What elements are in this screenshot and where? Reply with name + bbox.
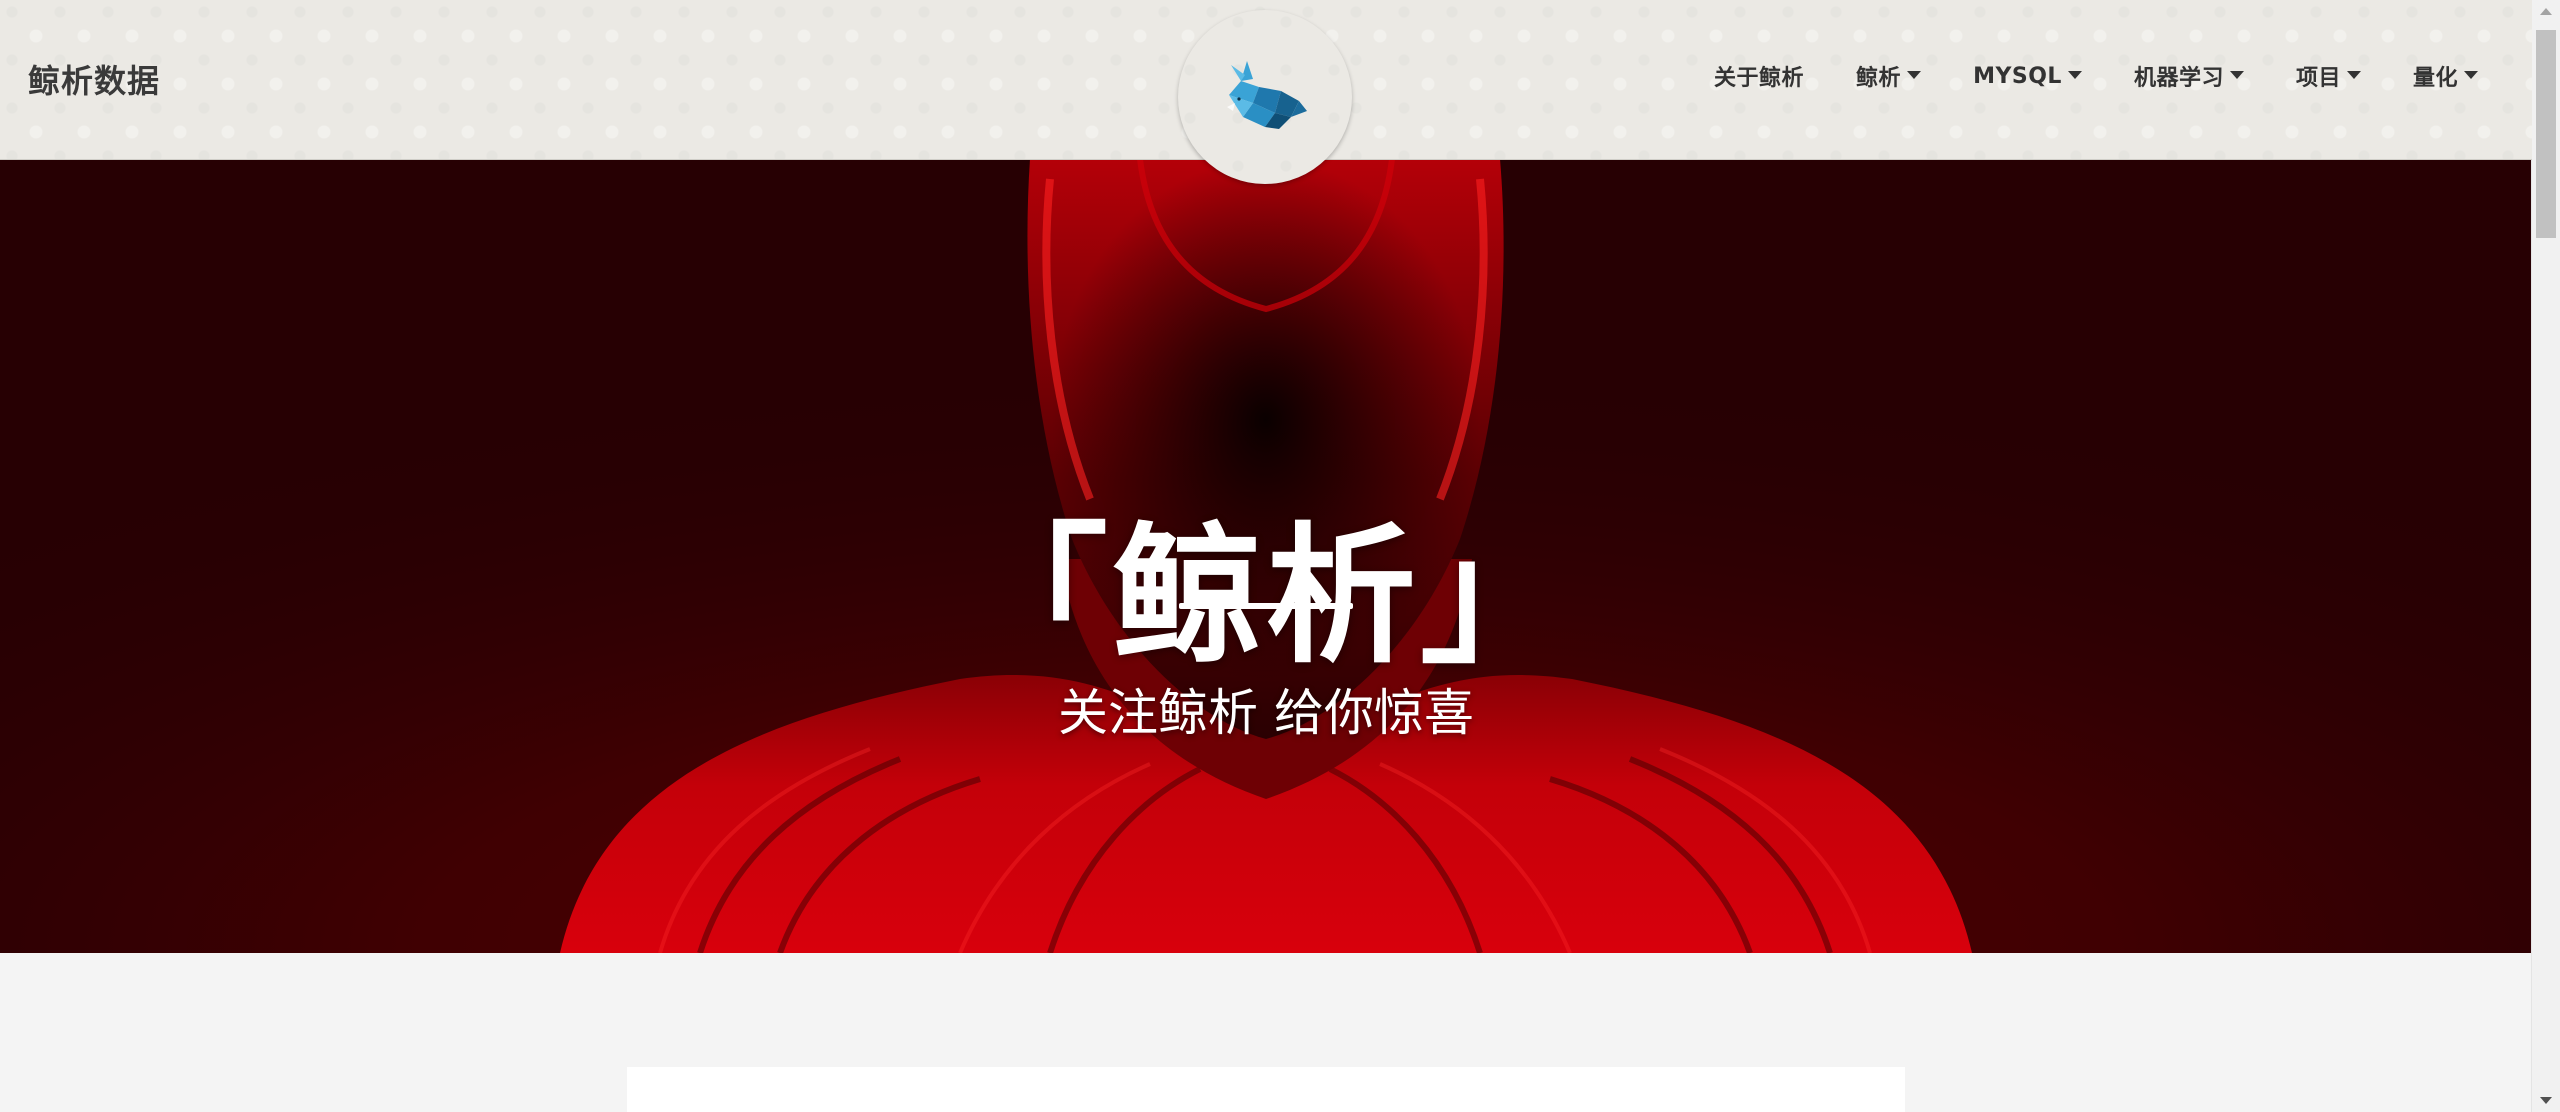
brand-link[interactable]: 鲸析数据: [28, 56, 160, 102]
nav-item-mysql[interactable]: MYSQL: [1973, 64, 2082, 89]
nav-item-label: 机器学习: [2133, 66, 2224, 91]
nav-item-quant[interactable]: 量化: [2413, 60, 2478, 92]
scroll-up-arrow-icon[interactable]: [2540, 8, 2552, 15]
page: 鲸析数据 关于鲸析 鲸析 MYSQL 机器学习 项目 量化 「鲸析」 关注鲸析 …: [0, 0, 2560, 1112]
logo-link[interactable]: [1178, 10, 1352, 184]
hero-subtitle: 关注鲸析 给你惊喜: [1058, 684, 1474, 742]
caret-down-icon: [1907, 70, 1922, 79]
hero-title: 「鲸析」: [957, 509, 1574, 684]
nav-item-projects[interactable]: 项目: [2296, 60, 2361, 92]
hero-banner: 「鲸析」 关注鲸析 给你惊喜: [0, 159, 2532, 953]
nav-item-label: 项目: [2295, 66, 2341, 91]
hero-divider: [1179, 603, 1353, 609]
nav-item-label: MYSQL: [1973, 63, 2062, 89]
content-card: [627, 1067, 1905, 1112]
caret-down-icon: [2067, 70, 2082, 79]
caret-down-icon: [2229, 70, 2244, 79]
caret-down-icon: [2464, 70, 2478, 79]
whale-logo-icon: [1227, 61, 1307, 129]
nav-item-label: 量化: [2412, 66, 2458, 91]
nav-item-label: 关于鲸析: [1714, 66, 1805, 91]
nav-item-jingxi[interactable]: 鲸析: [1856, 60, 1922, 92]
nav-menu: 关于鲸析 鲸析 MYSQL 机器学习 项目 量化: [1714, 60, 2478, 92]
scrollbar-thumb[interactable]: [2536, 30, 2556, 238]
nav-item-machine-learning[interactable]: 机器学习: [2134, 60, 2244, 92]
nav-item-label: 鲸析: [1856, 66, 1902, 91]
caret-down-icon: [2346, 70, 2361, 79]
nav-item-about[interactable]: 关于鲸析: [1714, 60, 1804, 92]
scroll-down-arrow-icon[interactable]: [2540, 1097, 2552, 1104]
vertical-scrollbar[interactable]: [2531, 0, 2560, 1112]
